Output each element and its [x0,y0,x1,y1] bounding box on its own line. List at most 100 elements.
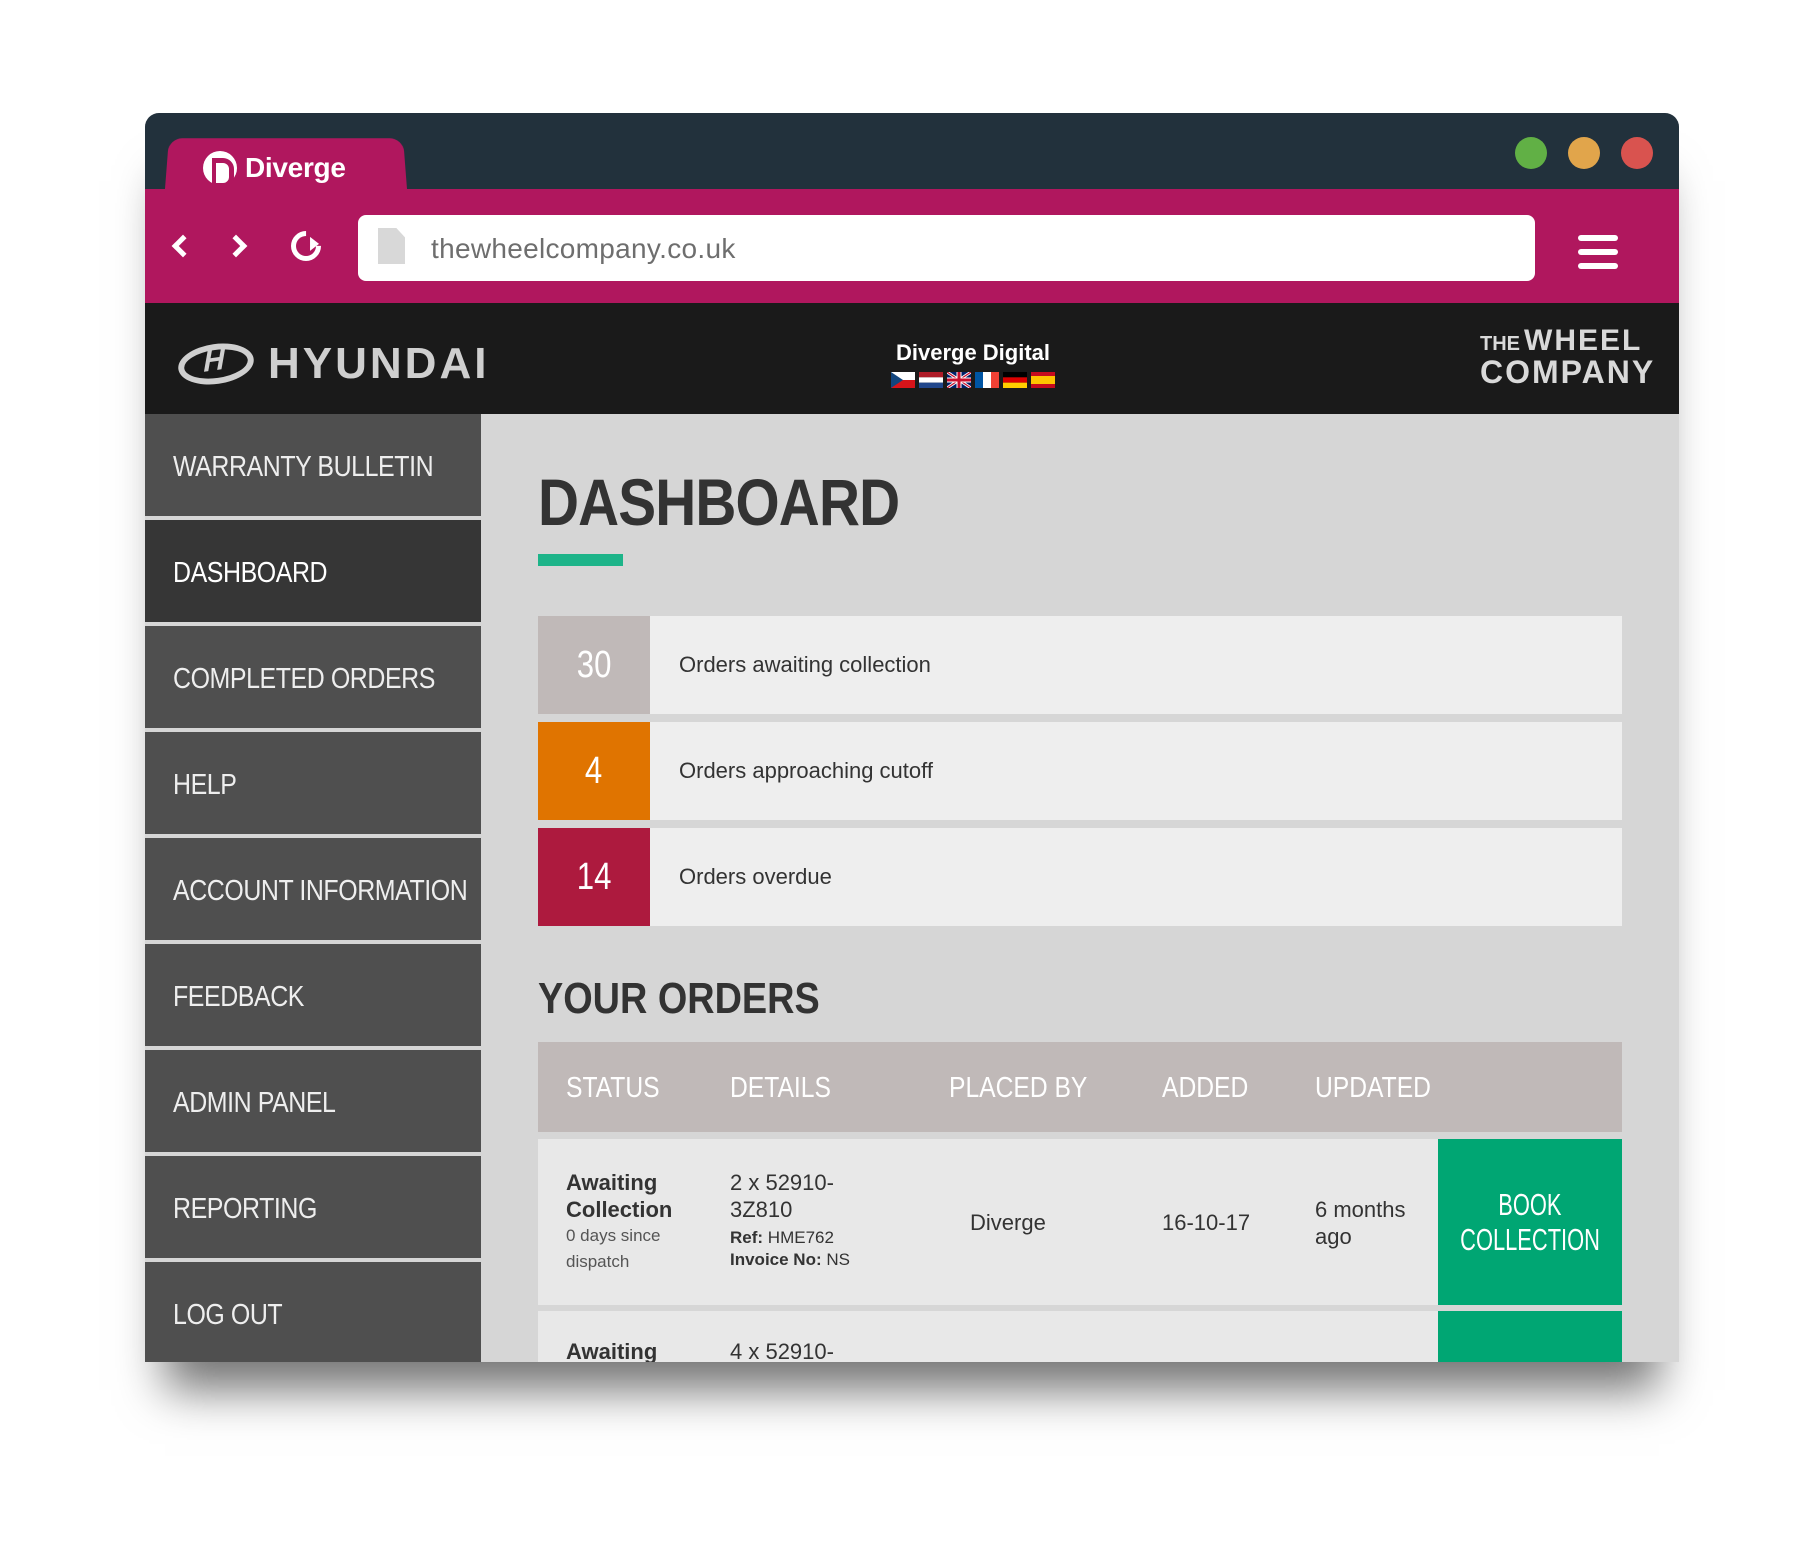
ref-label: Ref: [730,1228,764,1247]
maximize-window-button[interactable] [1515,137,1547,169]
order-updated: ago [1315,1224,1352,1249]
hamburger-menu-button[interactable] [1578,235,1618,269]
orders-section-title: YOUR ORDERS [538,974,820,1023]
tab-title: Diverge [245,152,346,183]
table-row[interactable]: Awaiting Collection 0 days since dispatc… [538,1139,1622,1305]
sidebar-item-admin-panel[interactable]: ADMIN PANEL [145,1050,481,1152]
book-collection-button[interactable]: BOOK COLLECTION [1438,1139,1622,1305]
stat-approaching-cutoff[interactable]: 4 Orders approaching cutoff [538,722,1622,820]
wheel-logo-wheel: WHEEL [1524,324,1643,357]
sidebar-item-completed-orders[interactable]: COMPLETED ORDERS [145,626,481,728]
stat-label: Orders overdue [679,864,832,889]
column-header-updated[interactable]: UPDATED [1315,1072,1431,1105]
order-part: 3Z810 [730,1197,793,1222]
france-flag[interactable] [975,372,999,388]
sidebar-item-dashboard[interactable]: DASHBOARD [145,520,481,622]
invoice-value: NS [826,1250,850,1269]
order-status-cell: Awaiting [566,1338,657,1362]
hyundai-logo[interactable]: HYUNDAI [175,338,490,390]
column-header-placed-by[interactable]: PLACED BY [949,1072,1087,1105]
sidebar-nav: WARRANTY BULLETIN DASHBOARD COMPLETED OR… [145,414,481,1362]
column-header-status[interactable]: STATUS [566,1072,660,1105]
browser-toolbar: thewheelcompany.co.uk [145,189,1679,303]
order-updated: 6 months [1315,1197,1406,1222]
stat-value-box: 30 [538,616,650,714]
sidebar-item-log-out[interactable]: LOG OUT [145,1262,481,1362]
sidebar-item-label: ACCOUNT INFORMATION [173,875,468,907]
site-header: HYUNDAI Diverge Digital THEWHEEL COMPANY [145,303,1679,414]
uk-flag[interactable] [947,372,971,388]
url-text: thewheelcompany.co.uk [431,233,736,264]
order-details-cell: 2 x 52910- 3Z810 Ref: HME762 Invoice No:… [730,1169,850,1271]
column-header-added[interactable]: ADDED [1162,1072,1248,1105]
order-status-note: dispatch [566,1252,630,1271]
sidebar-item-reporting[interactable]: REPORTING [145,1156,481,1258]
hyundai-wordmark: HYUNDAI [268,339,490,388]
site-title-block: Diverge Digital [873,340,1073,388]
button-label: COLLECTION [1460,1222,1600,1257]
order-status: Collection [566,1197,673,1222]
menu-bar [1578,249,1618,255]
browser-tab-content[interactable]: Diverge [203,148,346,188]
reload-button[interactable] [284,224,328,268]
stat-overdue[interactable]: 14 Orders overdue [538,828,1622,926]
sidebar-item-help[interactable]: HELP [145,732,481,834]
order-updated-cell: 6 months ago [1315,1196,1406,1250]
stat-value: 14 [576,856,612,898]
stat-label: Orders awaiting collection [679,652,931,677]
czech-flag[interactable] [891,372,915,388]
chevron-right-icon [224,234,248,258]
stat-value: 4 [585,750,603,792]
title-underline [538,554,623,566]
book-collection-button[interactable] [1438,1311,1622,1362]
stat-value-box: 14 [538,828,650,926]
sidebar-item-label: LOG OUT [173,1299,283,1331]
column-header-details[interactable]: DETAILS [730,1072,831,1105]
order-added-date: 16-10-17 [1162,1210,1251,1235]
wheel-company-logo[interactable]: THE WHEEL COMPANY [1480,324,1656,390]
main-content: DASHBOARD 30 Orders awaiting collection … [481,414,1679,1362]
stat-value: 30 [576,644,612,686]
page-icon [378,228,405,264]
order-details-cell: 4 x 52910- [730,1338,834,1362]
orders-table-header: STATUS DETAILS PLACED BY ADDED UPDATED [538,1042,1622,1132]
browser-titlebar: Diverge [145,113,1679,189]
ref-value: HME762 [767,1228,834,1247]
sidebar-item-label: WARRANTY BULLETIN [173,451,434,483]
reload-icon [284,224,328,268]
sidebar-item-feedback[interactable]: FEEDBACK [145,944,481,1046]
chevron-left-icon [171,234,195,258]
sidebar-item-label: COMPLETED ORDERS [173,663,435,695]
wheel-logo-company: COMPANY [1480,354,1656,390]
page-title: DASHBOARD [538,465,900,539]
site-title: Diverge Digital [895,340,1051,365]
invoice-label: Invoice No: [730,1250,822,1269]
netherlands-flag[interactable] [919,372,943,388]
address-bar[interactable]: thewheelcompany.co.uk [358,215,1535,281]
order-status-cell: Awaiting Collection 0 days since dispatc… [566,1169,672,1275]
order-part: 2 x 52910- [730,1170,834,1195]
stat-awaiting-collection[interactable]: 30 Orders awaiting collection [538,616,1622,714]
hyundai-emblem-icon [175,338,257,390]
language-flags [873,372,1073,388]
order-status-note: 0 days since [566,1226,661,1245]
minimize-window-button[interactable] [1568,137,1600,169]
menu-bar [1578,263,1618,269]
spain-flag[interactable] [1031,372,1055,388]
stat-value-box: 4 [538,722,650,820]
order-placed-by: Diverge [970,1210,1046,1235]
forward-button[interactable] [217,224,261,268]
order-status: Awaiting [566,1170,658,1195]
back-button[interactable] [158,224,202,268]
sidebar-item-label: HELP [173,769,237,801]
sidebar-item-warranty-bulletin[interactable]: WARRANTY BULLETIN [145,414,481,516]
close-window-button[interactable] [1621,137,1653,169]
order-status: Awaiting [566,1339,658,1362]
germany-flag[interactable] [1003,372,1027,388]
sidebar-item-label: REPORTING [173,1193,317,1225]
sidebar-item-account-information[interactable]: ACCOUNT INFORMATION [145,838,481,940]
sidebar-item-label: DASHBOARD [173,557,328,589]
button-label: BOOK [1498,1187,1562,1222]
diverge-logo-icon [203,151,237,188]
table-row[interactable]: Awaiting 4 x 52910- [538,1311,1622,1362]
